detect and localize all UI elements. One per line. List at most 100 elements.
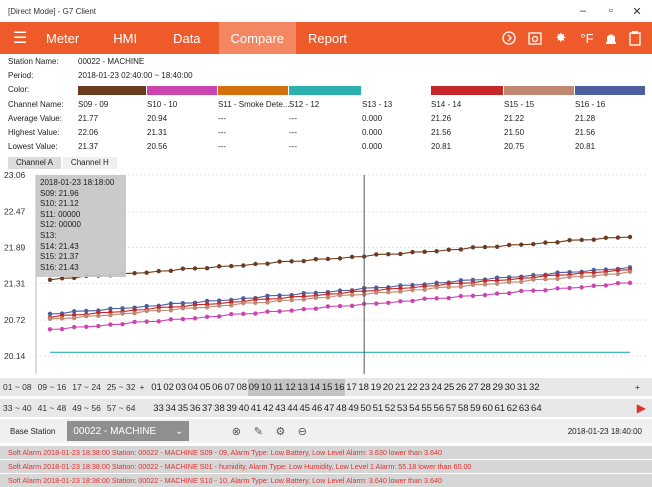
maximize-icon[interactable]: ▫ [598, 0, 624, 22]
channel-number-03[interactable]: 03 [175, 379, 187, 396]
channel-number-54[interactable]: 54 [408, 400, 420, 417]
channel-number-48[interactable]: 48 [335, 400, 347, 417]
channel-number-57[interactable]: 57 [445, 400, 457, 417]
channel-number-10[interactable]: 10 [260, 378, 273, 396]
tab-meter[interactable]: Meter [40, 22, 101, 54]
brightness-icon[interactable]: ✸ [550, 22, 572, 54]
add-channel-button[interactable]: + [632, 382, 652, 392]
channel-number-02[interactable]: 02 [163, 379, 175, 396]
settings-icon[interactable]: ⚙ [269, 421, 291, 441]
channel-number-46[interactable]: 46 [311, 400, 323, 417]
channel-number-23[interactable]: 23 [419, 379, 431, 396]
channel-number-64[interactable]: 64 [530, 400, 542, 417]
group-button[interactable]: 01 ~ 08 [0, 382, 35, 392]
channel-number-33[interactable]: 33 [152, 400, 164, 417]
channel-number-36[interactable]: 36 [189, 400, 201, 417]
channel-number-47[interactable]: 47 [323, 400, 335, 417]
channel-number-58[interactable]: 58 [457, 400, 469, 417]
channel-number-17[interactable]: 17 [345, 379, 357, 396]
channel-number-63[interactable]: 63 [518, 400, 530, 417]
channel-number-07[interactable]: 07 [224, 379, 236, 396]
export-icon[interactable]: ⊖ [291, 421, 313, 441]
alarm-row[interactable]: Soft Alarm 2018-01-23 18:38:00 Station: … [0, 460, 652, 473]
channel-number-42[interactable]: 42 [262, 400, 274, 417]
tab-hmi[interactable]: HMI [101, 22, 161, 54]
channel-number-59[interactable]: 59 [469, 400, 481, 417]
channel-number-40[interactable]: 40 [238, 400, 250, 417]
channel-number-06[interactable]: 06 [211, 379, 223, 396]
channel-number-37[interactable]: 37 [201, 400, 213, 417]
channel-number-34[interactable]: 34 [165, 400, 177, 417]
channel-number-16[interactable]: 16 [333, 378, 346, 396]
channel-number-31[interactable]: 31 [516, 379, 528, 396]
channel-number-56[interactable]: 56 [433, 400, 445, 417]
tab-compare[interactable]: Compare [218, 22, 297, 54]
channel-number-24[interactable]: 24 [431, 379, 443, 396]
clear-icon[interactable]: ⊗ [225, 421, 247, 441]
channel-number-51[interactable]: 51 [372, 400, 384, 417]
channel-number-15[interactable]: 15 [321, 378, 334, 396]
channel-number-60[interactable]: 60 [482, 400, 494, 417]
base-station-select[interactable]: 00022 - MACHINE ⌄ [67, 421, 190, 441]
group-button[interactable]: 33 ~ 40 [0, 403, 35, 413]
channel-number-30[interactable]: 30 [504, 379, 516, 396]
channel-number-04[interactable]: 04 [187, 379, 199, 396]
alarm-row[interactable]: Soft Alarm 2018-01-23 18:38:00 Station: … [0, 474, 652, 487]
close-icon[interactable]: ✕ [624, 0, 650, 22]
channel-number-14[interactable]: 14 [308, 378, 322, 396]
minimize-icon[interactable]: – [570, 0, 596, 22]
channel-number-05[interactable]: 05 [199, 379, 211, 396]
group-button[interactable]: 17 ~ 24 [69, 382, 104, 392]
channel-number-08[interactable]: 08 [236, 379, 248, 396]
edit-icon[interactable]: ✎ [247, 421, 269, 441]
hamburger-menu-icon[interactable]: ☰ [0, 28, 40, 48]
group-button[interactable]: 49 ~ 56 [69, 403, 104, 413]
channel-number-25[interactable]: 25 [443, 379, 455, 396]
channel-number-28[interactable]: 28 [479, 379, 491, 396]
channel-number-12[interactable]: 12 [284, 378, 297, 396]
add-group-button[interactable]: + [138, 382, 150, 392]
channel-number-22[interactable]: 22 [406, 379, 418, 396]
channel-number-19[interactable]: 19 [370, 379, 382, 396]
channel-number-38[interactable]: 38 [213, 400, 225, 417]
channel-number-35[interactable]: 35 [177, 400, 189, 417]
channel-number-49[interactable]: 49 [347, 400, 359, 417]
channel-number-41[interactable]: 41 [250, 400, 262, 417]
channel-number-32[interactable]: 32 [528, 379, 540, 396]
channel-number-11[interactable]: 11 [272, 378, 285, 396]
channel-number-20[interactable]: 20 [382, 379, 394, 396]
channel-number-18[interactable]: 18 [358, 379, 370, 396]
channel-number-55[interactable]: 55 [421, 400, 433, 417]
channel-number-43[interactable]: 43 [274, 400, 286, 417]
channel-number-62[interactable]: 62 [506, 400, 518, 417]
channel-number-45[interactable]: 45 [299, 400, 311, 417]
channel-number-53[interactable]: 53 [396, 400, 408, 417]
channel-number-27[interactable]: 27 [467, 379, 479, 396]
channel-number-21[interactable]: 21 [394, 379, 406, 396]
channel-number-09[interactable]: 09 [247, 378, 261, 396]
group-button[interactable]: 09 ~ 16 [35, 382, 70, 392]
tab-data[interactable]: Data [161, 22, 218, 54]
channel-number-01[interactable]: 01 [150, 379, 162, 396]
channel-number-44[interactable]: 44 [287, 400, 299, 417]
channel-number-13[interactable]: 13 [296, 378, 309, 396]
channel-number-29[interactable]: 29 [492, 379, 504, 396]
channel-number-52[interactable]: 52 [384, 400, 396, 417]
snapshot-icon[interactable] [524, 22, 546, 54]
channel-number-39[interactable]: 39 [226, 400, 238, 417]
group-button[interactable]: 25 ~ 32 [104, 382, 139, 392]
channel-number-50[interactable]: 50 [360, 400, 372, 417]
tab-channel-h[interactable]: Channel H [62, 157, 117, 169]
tab-report[interactable]: Report [296, 22, 359, 54]
channel-number-61[interactable]: 61 [494, 400, 506, 417]
alarm-row[interactable]: Soft Alarm 2018-01-23 18:38:00 Station: … [0, 446, 652, 459]
group-button[interactable]: 57 ~ 64 [104, 403, 139, 413]
group-button[interactable]: 41 ~ 48 [35, 403, 70, 413]
timer-icon[interactable] [498, 22, 520, 54]
fahrenheit-icon[interactable]: °F [576, 22, 598, 54]
alarm-icon[interactable] [600, 22, 622, 54]
tab-channel-a[interactable]: Channel A [8, 157, 61, 169]
next-arrow-icon[interactable]: ▶ [637, 401, 652, 415]
clipboard-icon[interactable] [624, 22, 646, 54]
channel-number-26[interactable]: 26 [455, 379, 467, 396]
